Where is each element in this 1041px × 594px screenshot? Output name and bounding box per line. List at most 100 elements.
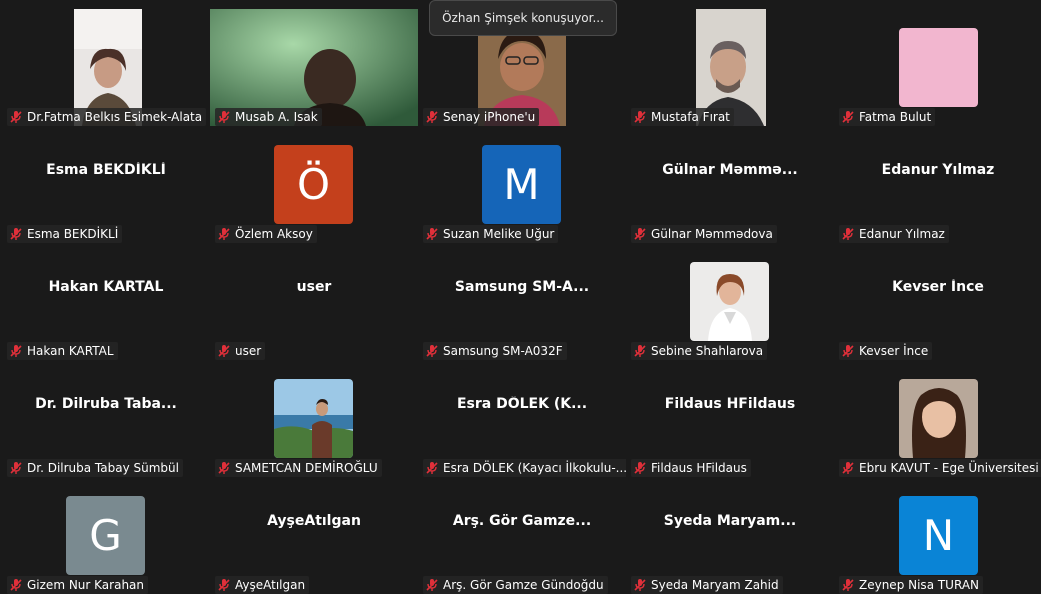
participant-tile[interactable]: M Suzan Melike Uğur — [418, 126, 626, 243]
participant-name-label: Dr.Fatma Belkıs Esimek-Alata — [7, 108, 207, 126]
participant-tile[interactable]: Dr. Dilruba Taba... Dr. Dilruba Tabay Sü… — [2, 360, 210, 477]
participant-tile[interactable]: Ebru KAVUT - Ege Üniversitesi — [834, 360, 1041, 477]
profile-picture — [690, 262, 769, 341]
participant-tile[interactable]: Samsung SM-A... Samsung SM-A032F — [418, 243, 626, 360]
participant-name: Hakan KARTAL — [27, 344, 114, 358]
participant-tile[interactable]: Edanur Yılmaz Edanur Yılmaz — [834, 126, 1041, 243]
participant-name-label: Musab A. Isak — [215, 108, 322, 126]
active-speaker-text: Özhan Şimşek konuşuyor... — [442, 11, 604, 25]
muted-mic-icon — [426, 462, 438, 474]
muted-mic-icon — [218, 111, 230, 123]
participant-tile[interactable]: Gülnar Məmmə... Gülnar Məmmədova — [626, 126, 834, 243]
muted-mic-icon — [842, 111, 854, 123]
participant-tile[interactable]: user user — [210, 243, 418, 360]
participant-display-name: Fildaus HFildaus — [664, 396, 796, 412]
participant-name: Suzan Melike Uğur — [443, 227, 555, 241]
participant-name: Sebine Shahlarova — [651, 344, 764, 358]
participant-name-label: Fildaus HFildaus — [631, 459, 751, 477]
participant-name: Dr.Fatma Belkıs Esimek-Alata — [27, 110, 203, 124]
muted-mic-icon — [10, 228, 22, 240]
participant-name-label: Gülnar Məmmədova — [631, 225, 777, 243]
muted-mic-icon — [426, 111, 438, 123]
muted-mic-icon — [634, 345, 646, 357]
participant-name: AyşeAtılgan — [235, 578, 306, 592]
participant-name: Fildaus HFildaus — [651, 461, 747, 475]
participant-name: user — [235, 344, 262, 358]
participant-display-name: Arş. Gör Gamze... — [452, 513, 592, 529]
muted-mic-icon — [634, 579, 646, 591]
participant-display-name: Dr. Dilruba Taba... — [35, 396, 177, 412]
muted-mic-icon — [10, 579, 22, 591]
participant-display-name: AyşeAtılgan — [267, 513, 361, 529]
participant-name-label: Suzan Melike Uğur — [423, 225, 559, 243]
participant-tile[interactable]: Sebine Shahlarova — [626, 243, 834, 360]
participant-name-label: Arş. Gör Gamze Gündoğdu — [423, 576, 608, 594]
muted-mic-icon — [218, 345, 230, 357]
participant-name: Dr. Dilruba Tabay Sümbül — [27, 461, 179, 475]
participant-name-label: user — [215, 342, 266, 360]
participant-name-label: AyşeAtılgan — [215, 576, 310, 594]
participant-display-name: Samsung SM-A... — [454, 279, 590, 295]
participant-name-label: Senay iPhone'u — [423, 108, 540, 126]
participant-name-label: Dr. Dilruba Tabay Sümbül — [7, 459, 183, 477]
participant-tile[interactable]: Esra DÖLEK (K... Esra DÖLEK (Kayacı İlko… — [418, 360, 626, 477]
participant-display-name: Gülnar Məmmə... — [662, 162, 798, 178]
participant-name-label: Mustafa Fırat — [631, 108, 734, 126]
profile-picture — [899, 379, 978, 458]
participant-name-label: Ebru KAVUT - Ege Üniversitesi — [839, 459, 1041, 477]
muted-mic-icon — [218, 462, 230, 474]
participant-tile[interactable]: Kevser İnce Kevser İnce — [834, 243, 1041, 360]
muted-mic-icon — [10, 111, 22, 123]
avatar-letter: N — [899, 496, 978, 575]
muted-mic-icon — [10, 462, 22, 474]
participant-name-label: Hakan KARTAL — [7, 342, 118, 360]
participant-name: Musab A. Isak — [235, 110, 318, 124]
participant-name: SAMETCAN DEMİROĞLU — [235, 461, 378, 475]
muted-mic-icon — [842, 462, 854, 474]
profile-picture — [899, 28, 978, 107]
participant-tile[interactable]: Dr.Fatma Belkıs Esimek-Alata — [2, 9, 210, 126]
participant-name: Arş. Gör Gamze Gündoğdu — [443, 578, 604, 592]
participant-tile[interactable]: G Gizem Nur Karahan — [2, 477, 210, 594]
participant-display-name: Esra DÖLEK (K... — [456, 396, 588, 412]
participant-display-name: user — [296, 279, 332, 295]
participant-name-label: Gizem Nur Karahan — [7, 576, 149, 594]
muted-mic-icon — [842, 579, 854, 591]
participant-name-label: Syeda Maryam Zahid — [631, 576, 783, 594]
participant-tile[interactable]: Musab A. Isak — [210, 9, 418, 126]
participant-name-label: Esma BEKDİKLİ — [7, 225, 123, 243]
participant-name-label: Zeynep Nisa TURAN — [839, 576, 984, 594]
participant-tile[interactable]: Syeda Maryam... Syeda Maryam Zahid — [626, 477, 834, 594]
participant-name-label: Kevser İnce — [839, 342, 933, 360]
participant-tile[interactable]: Fildaus HFildaus Fildaus HFildaus — [626, 360, 834, 477]
participant-tile[interactable]: AyşeAtılgan AyşeAtılgan — [210, 477, 418, 594]
participant-name: Mustafa Fırat — [651, 110, 730, 124]
avatar-letter: M — [482, 145, 561, 224]
muted-mic-icon — [842, 345, 854, 357]
participant-tile[interactable]: Mustafa Fırat — [626, 9, 834, 126]
participant-name: Edanur Yılmaz — [859, 227, 945, 241]
participant-name: Özlem Aksoy — [235, 227, 313, 241]
participant-tile[interactable]: Ö Özlem Aksoy — [210, 126, 418, 243]
participant-tile[interactable]: Arş. Gör Gamze... Arş. Gör Gamze Gündoğd… — [418, 477, 626, 594]
participant-name: Samsung SM-A032F — [443, 344, 563, 358]
participant-tile[interactable]: Fatma Bulut — [834, 9, 1041, 126]
participant-name: Ebru KAVUT - Ege Üniversitesi — [859, 461, 1039, 475]
participant-display-name: Edanur Yılmaz — [881, 162, 995, 178]
muted-mic-icon — [634, 228, 646, 240]
muted-mic-icon — [218, 579, 230, 591]
participant-name-label: Özlem Aksoy — [215, 225, 317, 243]
participant-name: Senay iPhone'u — [443, 110, 536, 124]
participant-tile[interactable]: SAMETCAN DEMİROĞLU — [210, 360, 418, 477]
profile-picture — [274, 379, 353, 458]
participant-tile[interactable]: Esma BEKDİKLİ Esma BEKDİKLİ — [2, 126, 210, 243]
participant-display-name: Kevser İnce — [892, 279, 984, 295]
muted-mic-icon — [426, 579, 438, 591]
participant-display-name: Esma BEKDİKLİ — [46, 162, 166, 178]
participant-name-label: Samsung SM-A032F — [423, 342, 567, 360]
muted-mic-icon — [10, 345, 22, 357]
participant-tile[interactable]: N Zeynep Nisa TURAN — [834, 477, 1041, 594]
participant-display-name: Hakan KARTAL — [48, 279, 164, 295]
participant-tile[interactable]: Hakan KARTAL Hakan KARTAL — [2, 243, 210, 360]
participant-name-label: Fatma Bulut — [839, 108, 936, 126]
